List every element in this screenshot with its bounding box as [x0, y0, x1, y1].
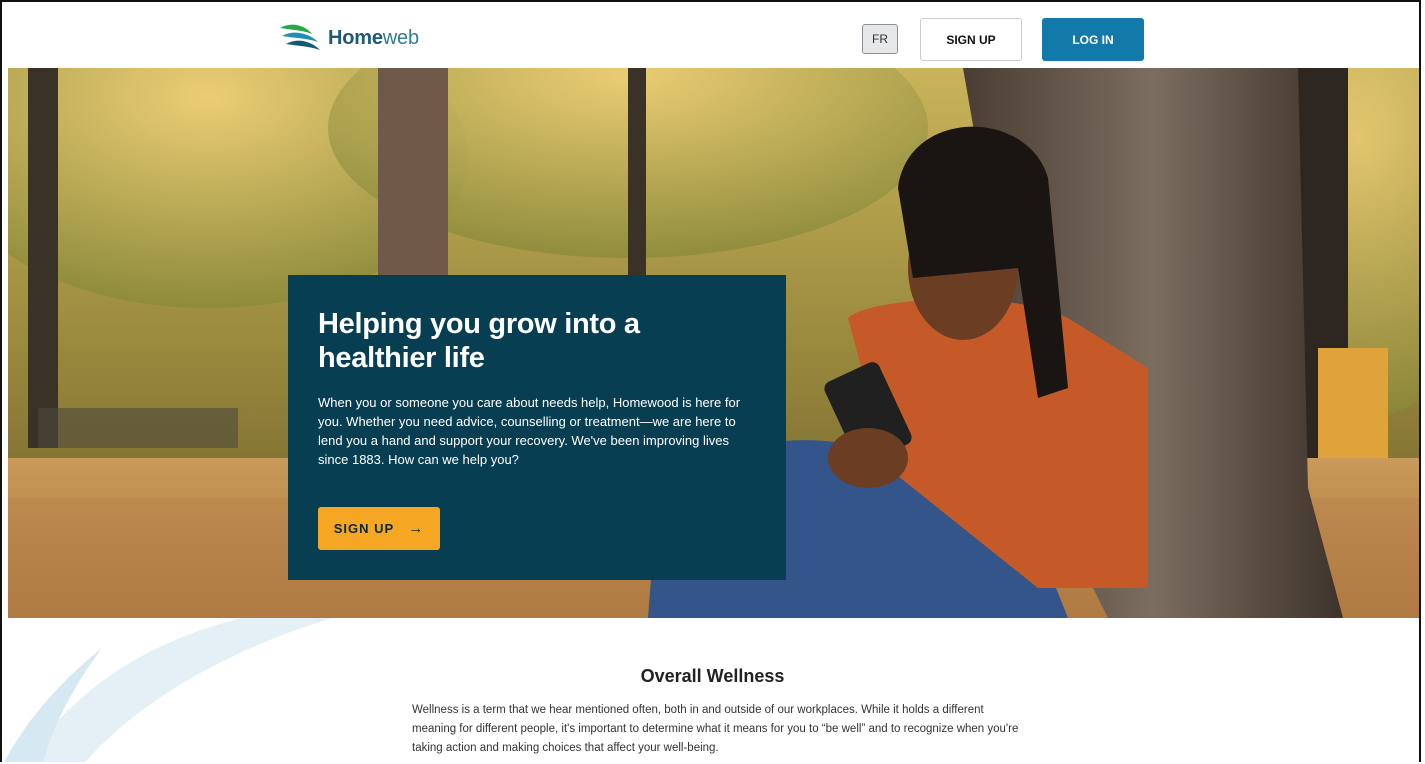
logo-text: Homeweb	[328, 26, 419, 49]
arrow-right-icon: →	[408, 520, 425, 537]
wellness-title: Overall Wellness	[640, 666, 785, 686]
overall-wellness-section: Overall Wellness Wellness is a term that…	[2, 618, 1419, 762]
hero-description: When you or someone you care about needs…	[318, 395, 741, 467]
language-toggle-button[interactable]: FR	[862, 24, 898, 54]
hero-signup-button[interactable]: SIGN UP →	[318, 507, 440, 550]
decorative-swoosh	[4, 618, 332, 762]
browser-viewport: Homeweb FR SIGN UP LOG IN Helping you gr…	[0, 0, 1421, 762]
header-login-button[interactable]: LOG IN	[1042, 18, 1144, 61]
hero-banner: Helping you grow into a healthier life W…	[8, 68, 1419, 618]
homeweb-leaf-icon	[280, 24, 320, 50]
hero-card: Helping you grow into a healthier life W…	[288, 275, 786, 580]
header-signup-button[interactable]: SIGN UP	[920, 18, 1022, 61]
homeweb-logo[interactable]: Homeweb	[278, 22, 419, 54]
wellness-description: Wellness is a term that we hear mentione…	[412, 704, 1019, 754]
site-header: Homeweb FR SIGN UP LOG IN	[2, 2, 1419, 68]
hero-title: Helping you grow into a healthier life	[318, 308, 640, 374]
hero-signup-label: SIGN UP	[333, 521, 395, 536]
